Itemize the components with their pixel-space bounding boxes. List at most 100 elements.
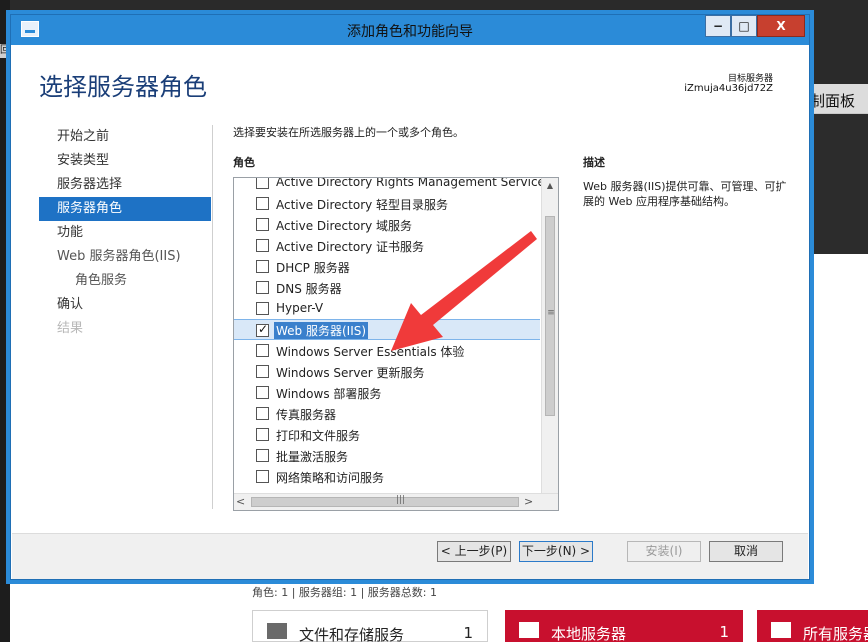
role-item[interactable]: Windows 部署服务	[234, 382, 540, 403]
role-label: Active Directory 证书服务	[276, 240, 425, 254]
maximize-button[interactable]: □	[731, 15, 757, 37]
tile-local-server[interactable]: 本地服务器 1	[505, 610, 743, 642]
role-checkbox[interactable]	[256, 449, 269, 462]
page-title: 选择服务器角色	[39, 73, 207, 101]
role-item[interactable]: 传真服务器	[234, 403, 540, 424]
cancel-button[interactable]: 取消	[709, 541, 783, 562]
nav-step-server-selection[interactable]: 服务器选择	[39, 173, 211, 197]
role-item[interactable]: Active Directory 轻型目录服务	[234, 193, 540, 214]
roles-list[interactable]: Active Directory Rights Management Servi…	[233, 177, 559, 511]
tile-count: 1	[463, 624, 473, 642]
role-label: DHCP 服务器	[276, 261, 350, 275]
nav-step-confirmation[interactable]: 确认	[39, 293, 211, 317]
role-item[interactable]: 网络策略和访问服务	[234, 466, 540, 487]
role-label: Active Directory 域服务	[276, 219, 413, 233]
background-left-rail: 回	[0, 0, 10, 642]
roles-list-items: Active Directory Rights Management Servi…	[234, 178, 551, 487]
add-roles-wizard-window: 添加角色和功能向导 − □ X 选择服务器角色 目标服务器 iZmuja4u36…	[10, 14, 810, 580]
role-item[interactable]: Active Directory 证书服务	[234, 235, 540, 256]
role-checkbox[interactable]	[256, 386, 269, 399]
role-item[interactable]: 批量激活服务	[234, 445, 540, 466]
role-item[interactable]: Windows Server Essentials 体验	[234, 340, 540, 361]
scroll-left-icon[interactable]: <	[236, 495, 245, 508]
role-checkbox[interactable]	[256, 218, 269, 231]
role-checkbox-checked[interactable]	[256, 322, 269, 337]
role-checkbox[interactable]	[256, 428, 269, 441]
background-dark-band	[808, 114, 868, 254]
role-label: Web 服务器(IIS)	[274, 322, 369, 339]
tile-title: 文件和存储服务	[299, 626, 405, 642]
nav-step-results: 结果	[57, 321, 84, 336]
role-label: Windows Server Essentials 体验	[276, 345, 465, 359]
close-button[interactable]: X	[757, 15, 805, 37]
role-label: Hyper-V	[276, 301, 324, 315]
scroll-up-icon[interactable]: ▲	[542, 178, 558, 194]
role-item[interactable]: DNS 服务器	[234, 277, 540, 298]
background-summary: 角色: 1 | 服务器组: 1 | 服务器总数: 1	[252, 586, 438, 599]
role-label: Windows Server 更新服务	[276, 366, 425, 380]
install-button: 安装(I)	[627, 541, 701, 562]
role-item[interactable]: Active Directory 域服务	[234, 214, 540, 235]
role-label: Windows 部署服务	[276, 387, 382, 401]
tile-all-servers[interactable]: 所有服务器	[757, 610, 868, 642]
role-item-web-server-iis[interactable]: Web 服务器(IIS)	[234, 319, 540, 340]
role-checkbox[interactable]	[256, 281, 269, 294]
window-title: 添加角色和功能向导	[347, 24, 473, 40]
role-label: 打印和文件服务	[276, 429, 361, 443]
roles-horizontal-scrollbar[interactable]: < ||| >	[234, 493, 558, 510]
background-control-panel-strip: 制面板	[808, 84, 868, 114]
tile-file-storage[interactable]: 文件和存储服务 1	[252, 610, 488, 642]
file-storage-icon	[267, 623, 287, 639]
scroll-grip-icon: ≡	[547, 308, 555, 318]
nav-divider	[212, 125, 213, 509]
description-header: 描述	[583, 156, 605, 169]
wizard-steps-nav: 开始之前 安装类型 服务器选择 服务器角色 功能 Web 服务器角色(IIS) …	[39, 125, 211, 341]
role-item[interactable]: Hyper-V	[234, 298, 540, 319]
vertical-scroll-thumb[interactable]: ≡	[545, 216, 555, 416]
roles-header: 角色	[233, 156, 255, 169]
nav-step-installation-type[interactable]: 安装类型	[39, 149, 211, 173]
role-checkbox[interactable]	[256, 470, 269, 483]
horizontal-scroll-thumb[interactable]: |||	[251, 495, 519, 507]
role-checkbox[interactable]	[256, 239, 269, 252]
nav-step-features[interactable]: 功能	[39, 221, 211, 245]
background-panel-label: 制面板	[810, 92, 856, 110]
server-icon	[519, 622, 539, 638]
tile-title: 本地服务器	[551, 625, 627, 642]
role-item[interactable]: Windows Server 更新服务	[234, 361, 540, 382]
nav-step-before-you-begin[interactable]: 开始之前	[39, 125, 211, 149]
background-left-fragment: 回	[0, 44, 10, 58]
role-label: 批量激活服务	[276, 450, 349, 464]
role-checkbox[interactable]	[256, 344, 269, 357]
nav-step-role-services[interactable]: 角色服务	[39, 269, 211, 293]
roles-vertical-scrollbar[interactable]: ▲ ≡	[541, 178, 558, 494]
instruction-text: 选择要安装在所选服务器上的一个或多个角色。	[233, 126, 464, 139]
role-item[interactable]: 打印和文件服务	[234, 424, 540, 445]
next-button[interactable]: 下一步(N) >	[519, 541, 593, 562]
tile-title: 所有服务器	[803, 625, 868, 642]
role-label: Active Directory Rights Management Servi…	[276, 177, 552, 189]
role-item[interactable]: Active Directory Rights Management Servi…	[234, 178, 551, 193]
scroll-right-icon[interactable]: >	[524, 495, 533, 508]
nav-step-server-roles[interactable]: 服务器角色	[39, 197, 211, 221]
role-checkbox[interactable]	[256, 302, 269, 315]
role-item[interactable]: DHCP 服务器	[234, 256, 540, 277]
role-checkbox[interactable]	[256, 178, 269, 189]
title-bar[interactable]: 添加角色和功能向导 − □ X	[11, 15, 809, 45]
role-label: 传真服务器	[276, 408, 337, 422]
role-checkbox[interactable]	[256, 365, 269, 378]
minimize-button[interactable]: −	[705, 15, 731, 37]
role-label: Active Directory 轻型目录服务	[276, 198, 449, 212]
previous-button[interactable]: < 上一步(P)	[437, 541, 511, 562]
role-checkbox[interactable]	[256, 197, 269, 210]
role-label: DNS 服务器	[276, 282, 342, 296]
servers-icon	[771, 622, 791, 638]
role-checkbox[interactable]	[256, 260, 269, 273]
nav-step-web-server-role[interactable]: Web 服务器角色(IIS)	[39, 245, 211, 269]
target-server-name: iZmuja4u36jd72Z	[684, 83, 773, 94]
scroll-grip-icon: |||	[396, 495, 406, 505]
role-checkbox[interactable]	[256, 407, 269, 420]
role-label: 网络策略和访问服务	[276, 471, 385, 485]
role-description: Web 服务器(IIS)提供可靠、可管理、可扩展的 Web 应用程序基础结构。	[583, 180, 787, 208]
tile-count: 1	[719, 623, 729, 641]
